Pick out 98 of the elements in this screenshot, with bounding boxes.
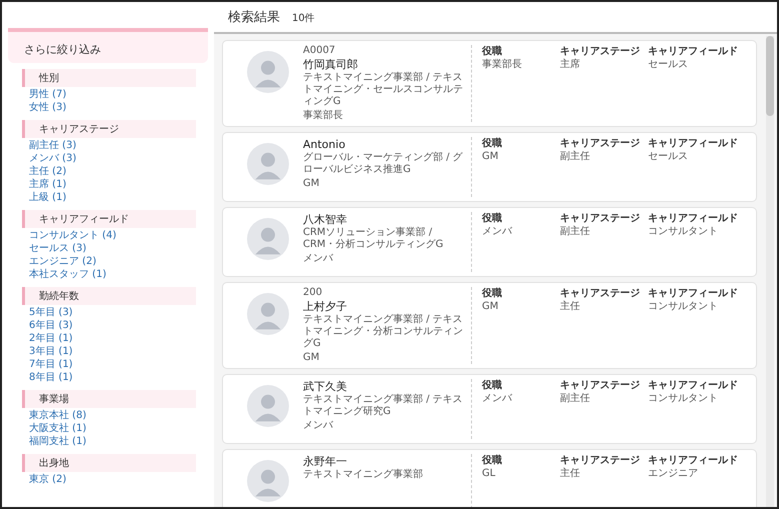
person-name: Antonio [303, 137, 346, 152]
person-name: 永野年一 [303, 454, 348, 469]
attribute-label: 役職 [482, 212, 503, 225]
attribute-value: 事業部長 [482, 58, 523, 71]
attribute-label: キャリアステージ [560, 137, 640, 150]
attribute-label: キャリアステージ [560, 454, 640, 467]
filter-link[interactable]: 主席 (1) [22, 178, 66, 191]
attribute-value: GM [482, 150, 500, 163]
avatar-placeholder [247, 460, 289, 502]
attribute-label: キャリアフィールド [648, 137, 738, 150]
results-count: 10件 [292, 12, 315, 25]
attribute-value: 主任 [560, 467, 581, 480]
attribute-value: 副主任 [560, 150, 591, 163]
filter-group-heading: 性別 [22, 69, 196, 87]
person-card[interactable]: 八木智幸 CRMソリューション事業部 / CRM・分析コンサルティングG メンバ 役職 メンバ キャリアステージ 副主任 キャリアフィールド コンサルタント [222, 207, 757, 277]
filter-link[interactable]: 大阪支社 (1) [22, 422, 86, 435]
person-name: 竹岡真司郎 [303, 57, 359, 72]
attribute-value: コンサルタント [648, 300, 719, 313]
attribute-value: 主任 [560, 300, 581, 313]
avatar-placeholder [247, 143, 289, 185]
filter-link[interactable]: 女性 (3) [22, 101, 66, 114]
filter-link[interactable]: メンバ (3) [22, 152, 76, 165]
employee-id: 200 [303, 287, 324, 299]
attribute-label: 役職 [482, 137, 503, 150]
attribute-value: メンバ [482, 225, 514, 238]
department-text: テキストマイニング事業部 / テキストマイニング・セールスコンサルティングG [303, 72, 463, 108]
attribute-label: キャリアステージ [560, 45, 640, 58]
attribute-value: GM [482, 300, 500, 313]
attribute-label: 役職 [482, 379, 503, 392]
person-name: 八木智幸 [303, 212, 348, 227]
filter-group-heading: 出身地 [22, 454, 196, 472]
attribute-value: メンバ [482, 392, 514, 405]
filter-group-heading: 事業場 [22, 390, 196, 408]
attribute-label: キャリアフィールド [648, 212, 738, 225]
department-text: テキストマイニング事業部 [303, 469, 424, 481]
person-name: 武下久美 [303, 379, 348, 394]
avatar-placeholder [247, 218, 289, 260]
attribute-value: 副主任 [560, 392, 591, 405]
filter-link[interactable]: 本社スタッフ (1) [22, 268, 106, 281]
filter-link[interactable]: 6年目 (3) [22, 319, 73, 332]
filter-link[interactable]: 男性 (7) [22, 88, 66, 101]
department-text: テキストマイニング事業部 / テキストマイニング研究G [303, 394, 463, 418]
filter-link[interactable]: エンジニア (2) [22, 255, 96, 268]
attribute-label: 役職 [482, 45, 503, 58]
avatar-placeholder [247, 385, 289, 427]
position-text: GM [303, 351, 320, 364]
attribute-label: 役職 [482, 454, 503, 467]
filter-link[interactable]: セールス (3) [22, 242, 86, 255]
attribute-value: セールス [648, 58, 689, 71]
filter-link[interactable]: 2年目 (1) [22, 332, 73, 345]
position-text: メンバ [303, 252, 334, 265]
department-text: CRMソリューション事業部 / CRM・分析コンサルティングG [303, 227, 444, 251]
avatar-placeholder [247, 293, 289, 335]
filter-link[interactable]: 福岡支社 (1) [22, 435, 86, 448]
attribute-label: キャリアステージ [560, 379, 640, 392]
person-card[interactable]: 200 上村夕子 テキストマイニング事業部 / テキストマイニング・分析コンサルティングG GM 役職 GM キャリアステージ 主任 キャリアフィールド コンサルタント [222, 282, 757, 369]
filter-link[interactable]: 7年目 (1) [22, 358, 73, 371]
filter-group-heading: キャリアフィールド [22, 210, 196, 228]
department-text: テキストマイニング事業部 / テキストマイニング・分析コンサルティングG [303, 314, 463, 350]
employee-id: A0007 [303, 45, 336, 57]
position-text: GM [303, 177, 320, 190]
attribute-value: GL [482, 467, 496, 480]
attribute-value: 副主任 [560, 225, 591, 238]
person-card[interactable]: 武下久美 テキストマイニング事業部 / テキストマイニング研究G メンバ 役職 メンバ キャリアステージ 副主任 キャリアフィールド コンサルタント [222, 374, 757, 444]
filter-link[interactable]: 東京 (2) [22, 473, 66, 486]
attribute-label: キャリアステージ [560, 287, 640, 300]
avatar-placeholder [247, 51, 289, 93]
attribute-value: セールス [648, 150, 689, 163]
attribute-value: コンサルタント [648, 392, 719, 405]
position-text: メンバ [303, 419, 334, 432]
attribute-label: キャリアステージ [560, 212, 640, 225]
person-card[interactable]: 永野年一 テキストマイニング事業部 役職 GL キャリアステージ 主任 キャリアフィールド エンジニア [222, 449, 757, 507]
person-name: 上村夕子 [303, 299, 348, 314]
attribute-value: コンサルタント [648, 225, 719, 238]
attribute-value: エンジニア [648, 467, 699, 480]
filter-panel-title: さらに絞り込み [24, 43, 101, 56]
filter-group-heading: 勤続年数 [22, 287, 196, 305]
filter-link[interactable]: 5年目 (3) [22, 306, 73, 319]
attribute-label: キャリアフィールド [648, 45, 738, 58]
filter-link[interactable]: 主任 (2) [22, 165, 66, 178]
filter-link[interactable]: 3年目 (1) [22, 345, 73, 358]
filter-group-heading: キャリアステージ [22, 120, 196, 138]
attribute-label: キャリアフィールド [648, 379, 738, 392]
filter-link[interactable]: 東京本社 (8) [22, 409, 86, 422]
filter-link[interactable]: 上級 (1) [22, 191, 66, 204]
filter-link[interactable]: 8年目 (1) [22, 371, 73, 384]
department-text: グローバル・マーケティング部 / グローバルビジネス推進G [303, 152, 463, 176]
person-card[interactable]: A0007 竹岡真司郎 テキストマイニング事業部 / テキストマイニング・セールスコンサルティングG 事業部長 役職 事業部長 キャリアステージ 主席 キャリアフィールド セールス [222, 40, 757, 127]
attribute-label: キャリアフィールド [648, 454, 738, 467]
attribute-label: キャリアフィールド [648, 287, 738, 300]
attribute-label: 役職 [482, 287, 503, 300]
person-card[interactable]: Antonio グローバル・マーケティング部 / グローバルビジネス推進G GM 役職 GM キャリアステージ 副主任 キャリアフィールド セールス [222, 132, 757, 202]
position-text: 事業部長 [303, 109, 344, 122]
filter-link[interactable]: 副主任 (3) [22, 139, 76, 152]
scrollbar[interactable] [766, 36, 774, 507]
attribute-value: 主席 [560, 58, 581, 71]
filter-link[interactable]: コンサルタント (4) [22, 229, 116, 242]
results-title: 検索結果 [228, 9, 280, 26]
